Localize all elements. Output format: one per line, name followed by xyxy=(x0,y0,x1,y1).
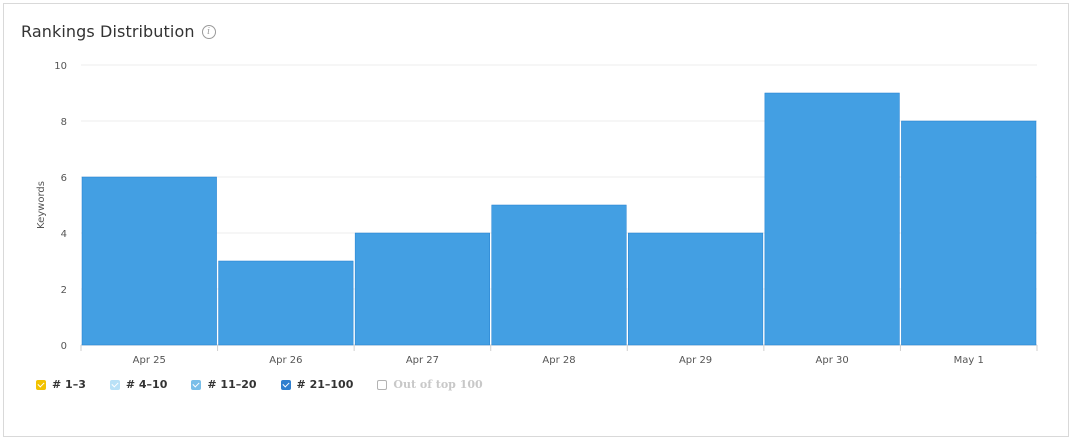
legend-checkbox[interactable] xyxy=(109,379,120,390)
y-tick-label: 6 xyxy=(61,173,67,184)
legend-checkbox[interactable] xyxy=(280,379,291,390)
legend-item[interactable]: # 11–20 xyxy=(191,378,257,391)
x-tick-label: Apr 29 xyxy=(679,355,712,366)
legend-item[interactable]: # 4–10 xyxy=(109,378,168,391)
legend-label: Out of top 100 xyxy=(393,378,483,391)
legend-label: # 4–10 xyxy=(125,378,168,391)
bar[interactable] xyxy=(628,232,764,346)
legend-label: # 21–100 xyxy=(296,378,354,391)
legend-checkbox[interactable] xyxy=(36,379,46,390)
x-tick-label: Apr 25 xyxy=(133,355,166,366)
bar[interactable] xyxy=(218,260,354,346)
bar[interactable] xyxy=(764,92,900,346)
x-tick-label: Apr 26 xyxy=(269,355,302,366)
y-tick-label: 2 xyxy=(61,285,67,296)
x-tick-label: May 1 xyxy=(954,355,984,366)
bar[interactable] xyxy=(354,232,490,346)
bar[interactable] xyxy=(901,120,1037,346)
bar[interactable] xyxy=(81,176,217,346)
bar[interactable] xyxy=(491,204,627,346)
legend-checkbox[interactable] xyxy=(377,379,388,390)
x-tick-label: Apr 30 xyxy=(816,355,849,366)
legend-label: # 1–3 xyxy=(52,378,86,391)
chart-legend: # 1–3 # 4–10 # 11–20 # 21–100 Out of top 100 xyxy=(36,378,507,391)
x-tick-label: Apr 28 xyxy=(542,355,575,366)
legend-label: # 11–20 xyxy=(207,378,257,391)
legend-item[interactable]: # 21–100 xyxy=(280,378,354,391)
legend-checkbox[interactable] xyxy=(191,379,202,390)
rankings-bar-chart: 0 2 4 6 8 10 Keywords Apr 25 Apr 26 Apr 27 Apr 28 A… xyxy=(36,61,1038,366)
y-tick-label: 4 xyxy=(61,229,67,240)
y-tick-label: 0 xyxy=(61,341,67,352)
y-tick-label: 8 xyxy=(61,117,67,128)
legend-item[interactable]: # 1–3 xyxy=(36,378,86,391)
y-axis-label: Keywords xyxy=(36,181,47,229)
y-tick-label: 10 xyxy=(54,61,67,72)
legend-item[interactable]: Out of top 100 xyxy=(377,378,483,391)
x-tick-label: Apr 27 xyxy=(406,355,439,366)
